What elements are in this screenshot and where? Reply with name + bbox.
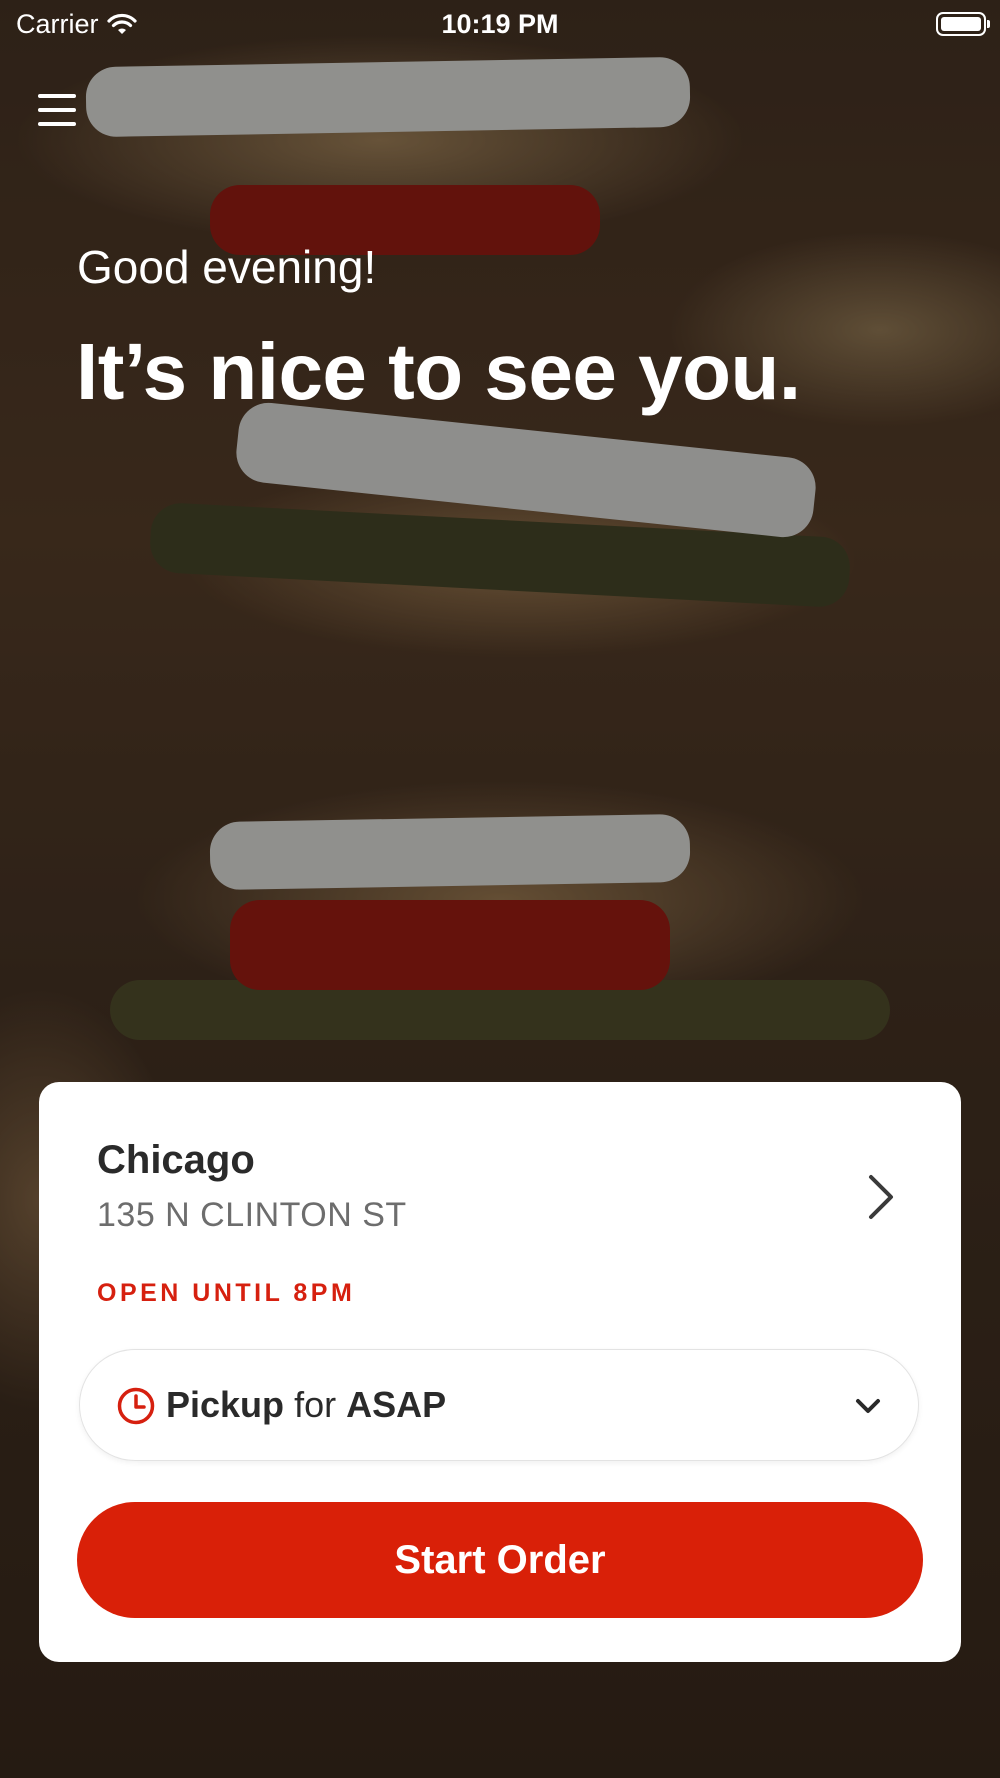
- location-address: 135 N CLINTON ST: [97, 1196, 407, 1234]
- battery-icon: [936, 12, 990, 36]
- open-status-label: OPEN UNTIL 8PM: [97, 1279, 356, 1307]
- pickup-time: ASAP: [346, 1384, 447, 1425]
- hamburger-menu-icon[interactable]: [38, 94, 78, 130]
- pickup-time-selector[interactable]: Pickup for ASAP: [79, 1349, 919, 1461]
- location-card: Chicago 135 N CLINTON ST OPEN UNTIL 8PM …: [39, 1082, 961, 1662]
- location-selector[interactable]: Chicago 135 N CLINTON ST: [39, 1082, 961, 1252]
- pickup-summary: Pickup for ASAP: [166, 1384, 446, 1426]
- home-screen: Carrier 10:19 PM Good evening! It’s nice…: [0, 0, 1000, 1778]
- pickup-connector: for: [294, 1384, 337, 1425]
- greeting-salutation: Good evening!: [77, 241, 377, 293]
- chevron-down-icon: [856, 1399, 880, 1413]
- greeting-headline: It’s nice to see you.: [76, 327, 801, 416]
- clock-icon: [117, 1387, 155, 1425]
- status-bar: Carrier 10:19 PM: [0, 0, 1000, 50]
- status-time: 10:19 PM: [441, 9, 559, 39]
- location-city: Chicago: [97, 1138, 255, 1182]
- chevron-right-icon: [869, 1175, 893, 1219]
- pickup-mode: Pickup: [166, 1384, 285, 1425]
- start-order-button[interactable]: Start Order: [77, 1502, 923, 1618]
